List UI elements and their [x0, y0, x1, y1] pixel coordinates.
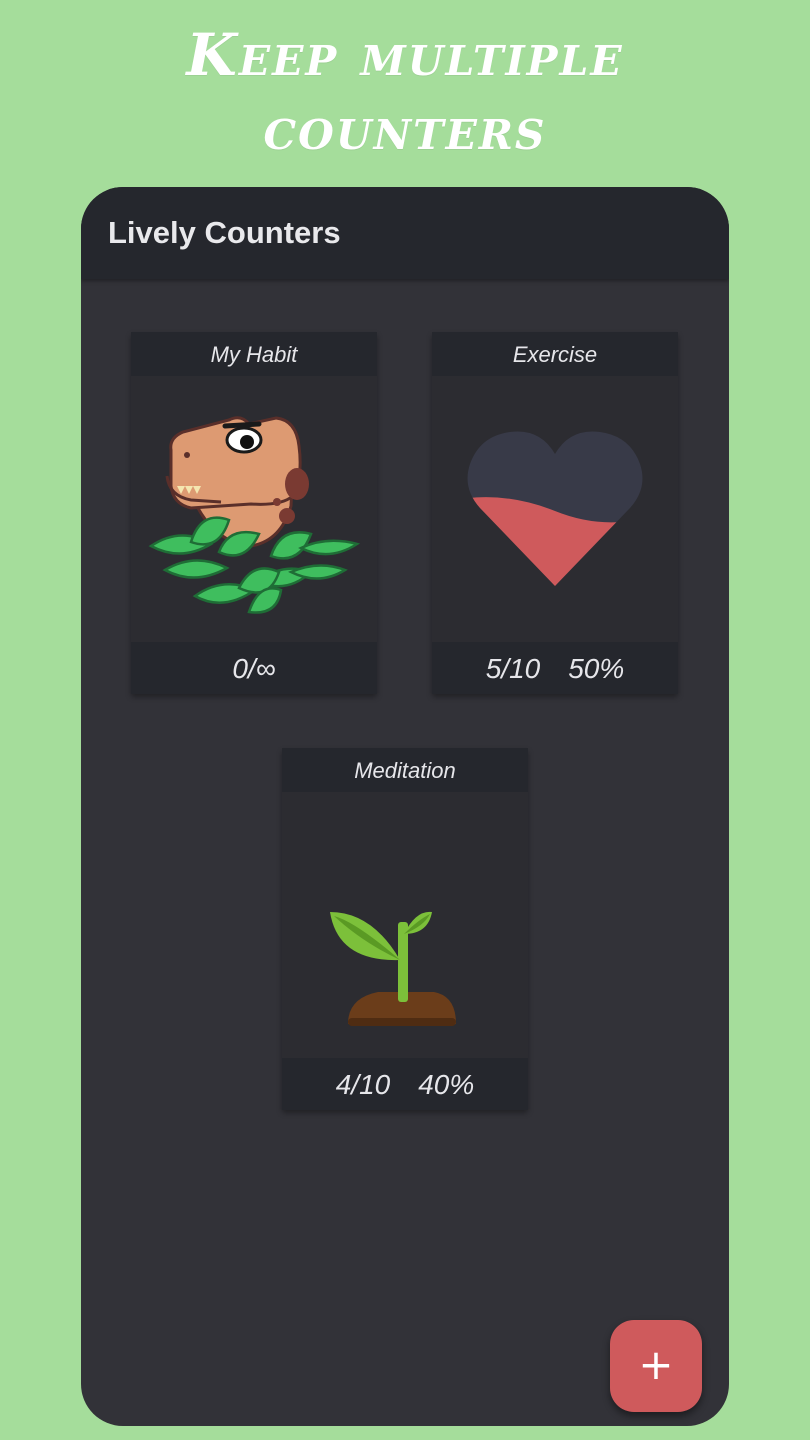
promo-headline: Keep multiple counters: [0, 18, 810, 166]
counter-percent: 50%: [568, 653, 625, 684]
counter-footer: 0/∞: [131, 642, 377, 694]
heart-fill-level: [467, 497, 643, 586]
counter-card-my-habit[interactable]: My Habit 0/∞: [131, 332, 377, 694]
counter-card-exercise[interactable]: Exercise 5/10 50%: [432, 332, 678, 694]
counter-count: 0/∞: [232, 653, 276, 684]
app-title: Lively Counters: [108, 215, 341, 250]
sprout-icon: [282, 792, 528, 1058]
headline-line-1: Keep multiple: [186, 21, 624, 89]
counter-title: Meditation: [282, 748, 528, 792]
counter-title: My Habit: [131, 332, 377, 376]
counter-footer: 4/10 40%: [282, 1058, 528, 1110]
headline-line-2: counters: [263, 95, 547, 163]
heart-icon: [432, 376, 678, 642]
counter-title: Exercise: [432, 332, 678, 376]
app-bar: Lively Counters: [81, 187, 729, 279]
counter-card-meditation[interactable]: Meditation 4/10 40%: [282, 748, 528, 1110]
counter-count: 5/10: [485, 653, 541, 684]
phone-screen: Lively Counters My Habit 0/∞ Exercise 5/…: [81, 187, 729, 1426]
counter-footer: 5/10 50%: [432, 642, 678, 694]
dinosaur-icon: [131, 376, 377, 642]
counter-percent: 40%: [418, 1069, 475, 1100]
add-counter-button[interactable]: +: [610, 1320, 702, 1412]
counter-count: 4/10: [335, 1069, 391, 1100]
plus-icon: +: [638, 1340, 674, 1389]
